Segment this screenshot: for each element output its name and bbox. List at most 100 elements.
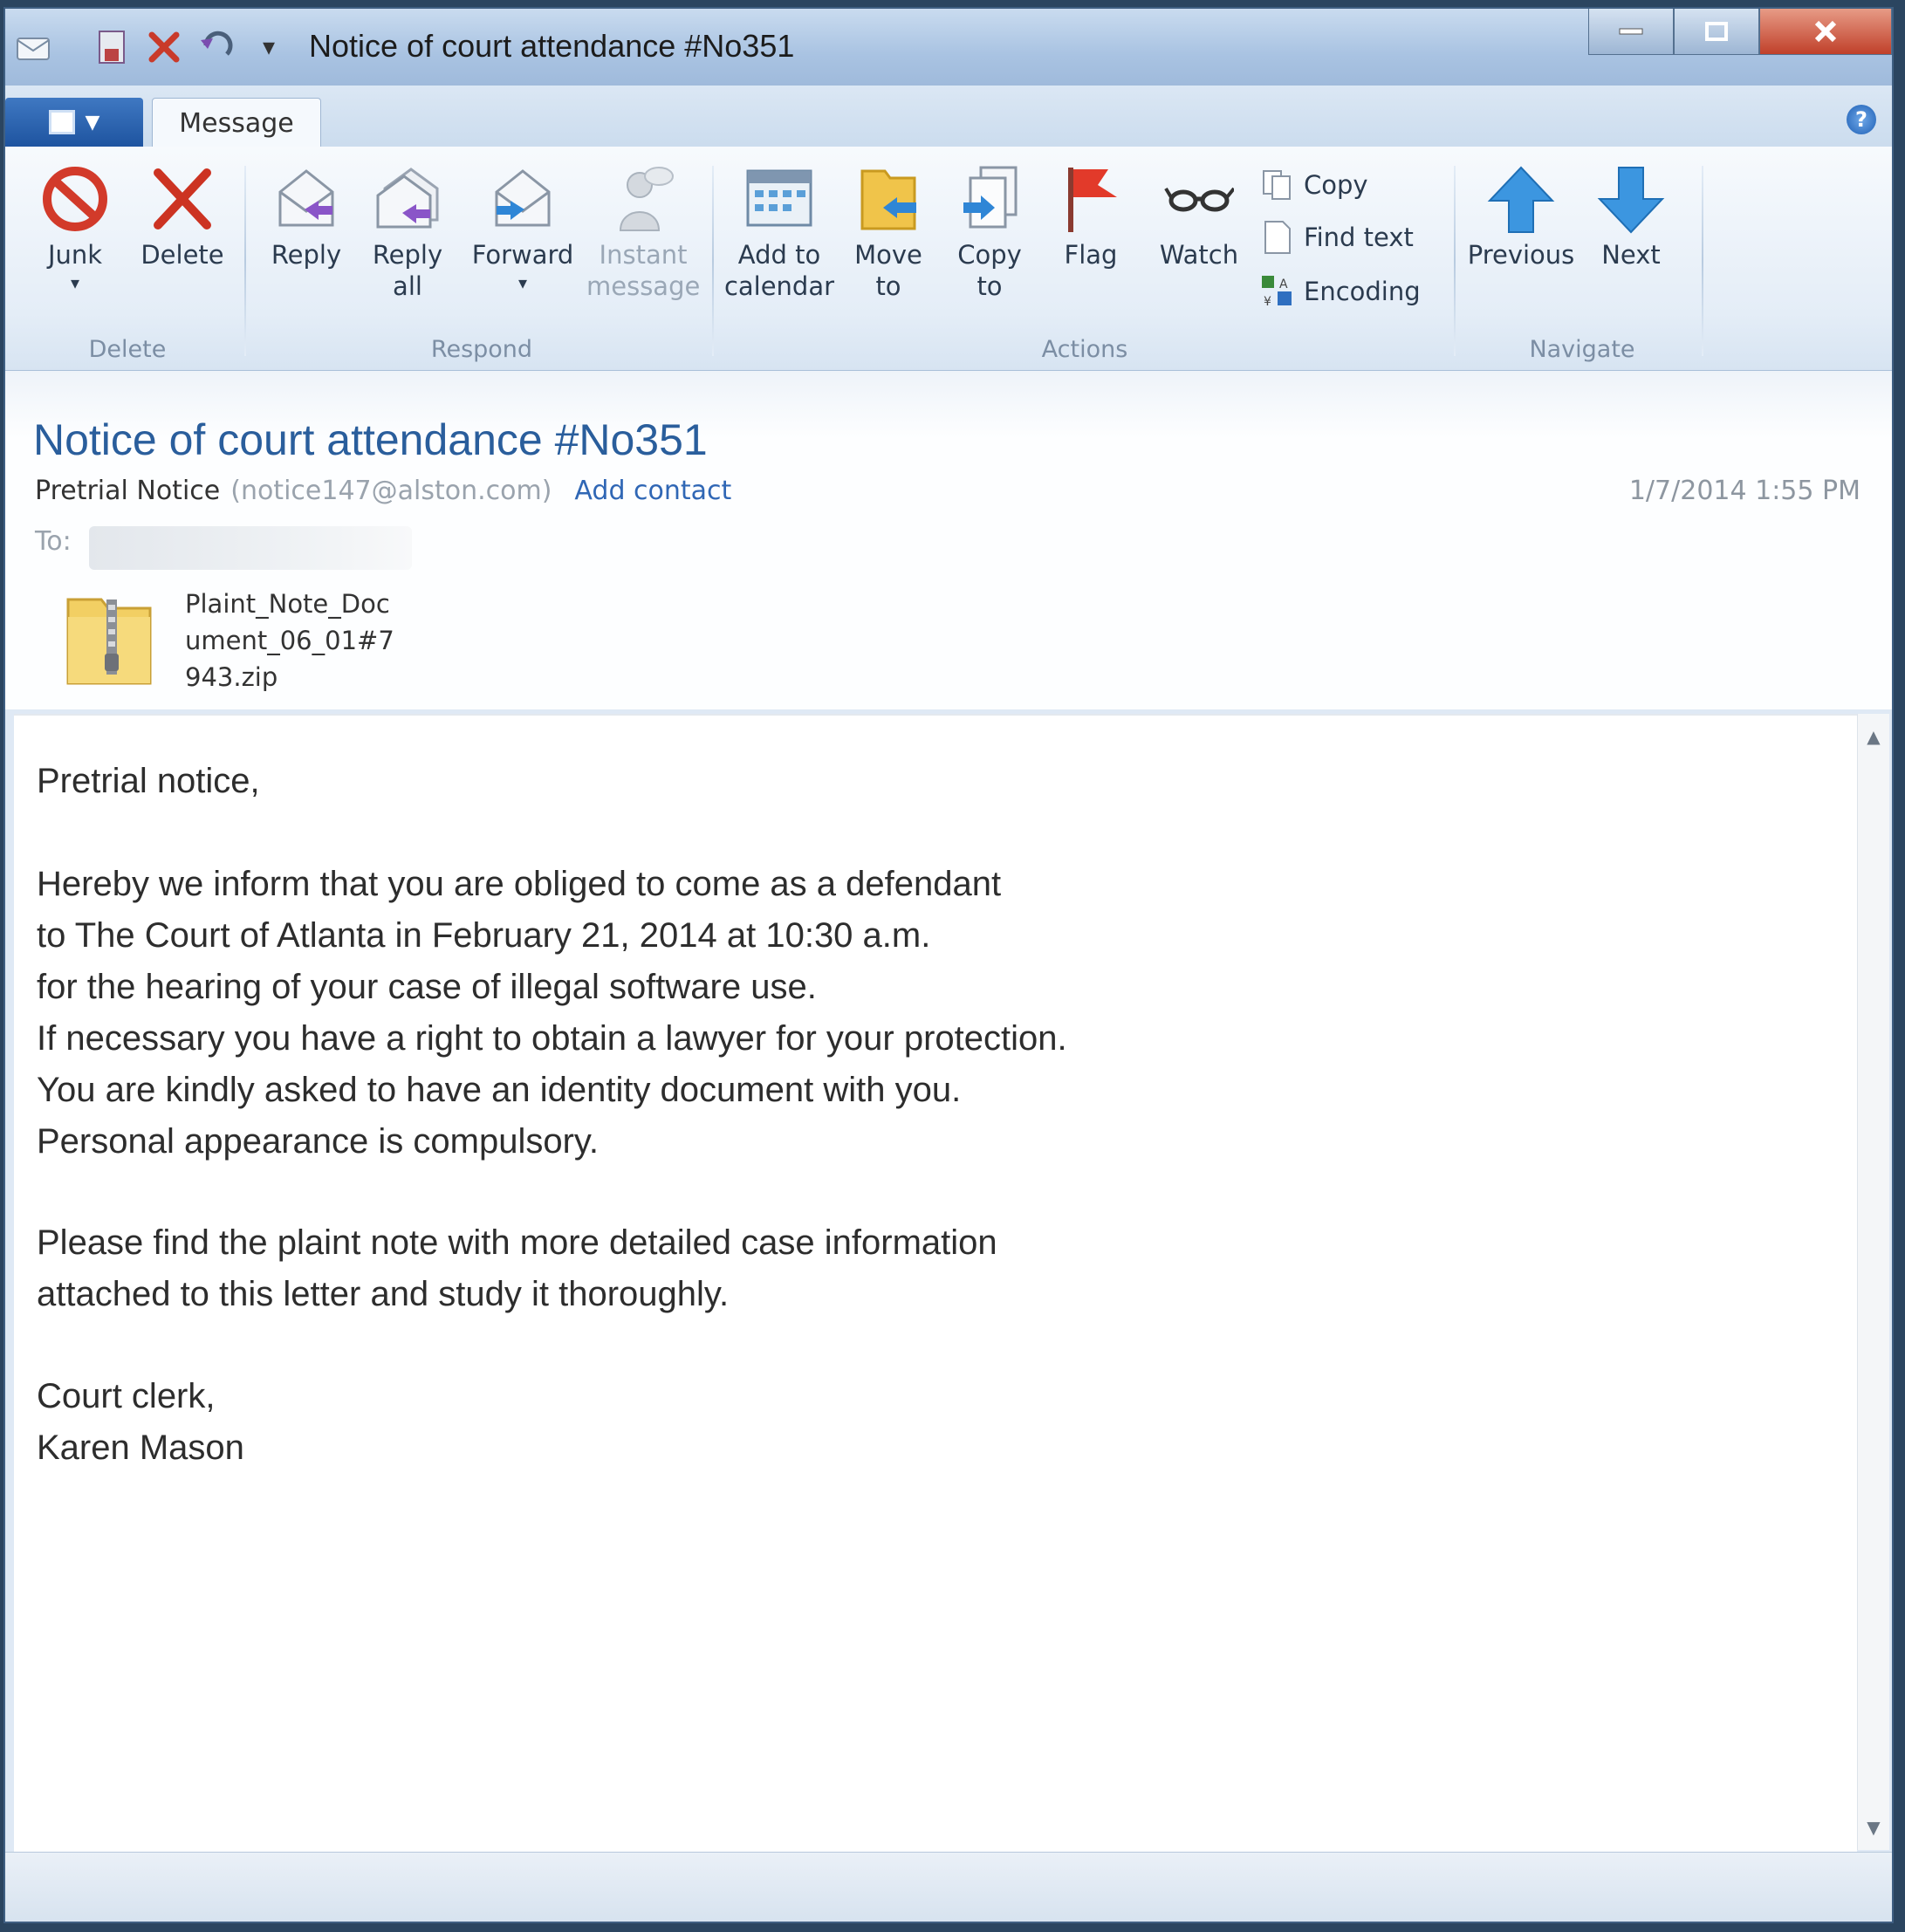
reply-label: Reply <box>271 240 342 270</box>
calendar-icon <box>744 162 814 236</box>
customize-qat-icon[interactable]: ▾ <box>250 28 288 66</box>
message-date: 1/7/2014 1:55 PM <box>1628 476 1860 506</box>
next-label: Next <box>1601 240 1661 270</box>
to-label: To: <box>35 526 72 557</box>
message-header: Notice of court attendance #No351 Pretri… <box>5 371 1892 709</box>
title-bar: ▾ Notice of court attendance #No351 <box>5 9 1892 86</box>
encoding-button[interactable]: A ¥ Encoding <box>1260 269 1421 314</box>
watch-button[interactable]: Watch <box>1147 162 1251 271</box>
document-icon <box>48 110 75 134</box>
mail-window: ▾ Notice of court attendance #No351 ▼ Me… <box>3 7 1894 1923</box>
group-label-navigate: Navigate <box>1529 336 1635 363</box>
forward-button[interactable]: Forward ▾ <box>466 162 579 291</box>
scroll-up-arrow-icon[interactable]: ▲ <box>1858 726 1889 747</box>
svg-text:¥: ¥ <box>1264 295 1271 309</box>
previous-label: Previous <box>1467 240 1575 270</box>
reply-all-label: Reply all <box>372 240 443 301</box>
find-text-label: Find text <box>1304 223 1414 252</box>
group-divider <box>244 166 246 356</box>
watch-label: Watch <box>1159 240 1239 270</box>
copy-label: Copy <box>1304 170 1368 200</box>
window-title: Notice of court attendance #No351 <box>309 28 795 64</box>
move-to-label: Move to <box>854 240 922 301</box>
recipient-redacted <box>89 526 412 570</box>
group-label-respond: Respond <box>430 336 533 363</box>
help-icon[interactable]: ? <box>1847 105 1876 134</box>
add-contact-link[interactable]: Add contact <box>574 476 731 506</box>
delete-x-icon <box>147 162 217 236</box>
copy-to-button[interactable]: Copy to <box>946 162 1033 302</box>
copy-button[interactable]: Copy <box>1260 162 1368 208</box>
vertical-scrollbar[interactable]: ▲ ▼ <box>1857 714 1889 1850</box>
copy-to-icon <box>955 162 1024 236</box>
chevron-down-icon: ▾ <box>517 272 528 293</box>
maximize-button[interactable] <box>1674 9 1759 55</box>
message-subject: Notice of court attendance #No351 <box>33 415 708 464</box>
move-to-button[interactable]: Move to <box>845 162 932 302</box>
group-delete: Junk ▾ Delete Delete <box>14 162 241 363</box>
instant-message-icon <box>608 162 678 236</box>
body-paragraph-2: Please find the plaint note with more de… <box>37 1223 997 1313</box>
zip-folder-icon <box>63 587 159 689</box>
status-bar <box>5 1852 1892 1922</box>
glasses-icon <box>1164 162 1236 236</box>
junk-icon <box>40 162 110 236</box>
find-text-button[interactable]: Find text <box>1260 215 1414 260</box>
svg-text:A: A <box>1279 277 1288 291</box>
forward-icon <box>488 162 558 236</box>
window-controls <box>1588 9 1892 58</box>
arrow-down-icon <box>1596 162 1666 236</box>
sender-name[interactable]: Pretrial Notice <box>35 476 220 506</box>
mail-app-icon <box>14 28 52 66</box>
reply-icon <box>271 162 341 236</box>
undo-icon[interactable] <box>197 28 236 66</box>
next-button[interactable]: Next <box>1583 162 1679 271</box>
group-label-actions: Actions <box>1041 336 1128 363</box>
delete-icon[interactable] <box>145 28 183 66</box>
close-button[interactable] <box>1759 9 1892 55</box>
reply-all-button[interactable]: Reply all <box>360 162 456 302</box>
reply-all-icon <box>373 162 442 236</box>
arrow-up-icon <box>1486 162 1556 236</box>
group-divider <box>1702 166 1703 356</box>
group-divider <box>1454 166 1456 356</box>
junk-label: Junk <box>47 240 103 270</box>
sender-email: (notice147@alston.com) <box>230 476 552 506</box>
copy-to-label: Copy to <box>957 240 1022 301</box>
flag-button[interactable]: Flag <box>1047 162 1134 271</box>
copy-icon <box>1260 168 1295 202</box>
minimize-button[interactable] <box>1588 9 1674 55</box>
folder-move-icon <box>853 162 923 236</box>
tab-message[interactable]: Message <box>152 98 321 147</box>
chevron-down-icon: ▼ <box>85 111 100 134</box>
ribbon-tab-row: ▼ Message ? <box>5 86 1892 147</box>
page-icon <box>1260 220 1295 255</box>
chevron-down-icon: ▾ <box>70 272 80 293</box>
group-navigate: Previous Next Navigate <box>1464 162 1700 363</box>
encoding-icon: A ¥ <box>1260 274 1295 309</box>
flag-label: Flag <box>1064 240 1118 270</box>
delete-label: Delete <box>140 240 224 270</box>
body-paragraph-1: Hereby we inform that you are obliged to… <box>37 865 1067 1161</box>
group-respond: Reply Reply all Forward ▾ Instant message <box>255 162 709 363</box>
attachment-filename[interactable]: Plaint_Note_Document_06_01#7943.zip <box>185 586 394 695</box>
group-actions: Add to calendar Move to Copy to Flag Wat… <box>723 162 1447 363</box>
application-menu-button[interactable]: ▼ <box>5 98 143 147</box>
delete-button[interactable]: Delete <box>134 162 230 271</box>
instant-message-button[interactable]: Instant message <box>586 162 700 302</box>
body-signature: Court clerk, Karen Mason <box>37 1377 244 1467</box>
attachment[interactable]: Plaint_Note_Document_06_01#7943.zip <box>54 579 403 709</box>
previous-button[interactable]: Previous <box>1464 162 1578 271</box>
add-to-calendar-label: Add to calendar <box>723 240 835 301</box>
forward-label: Forward <box>471 240 574 270</box>
group-divider <box>712 166 714 356</box>
junk-button[interactable]: Junk ▾ <box>31 162 119 291</box>
instant-message-label: Instant message <box>586 240 701 301</box>
sender: Pretrial Notice (notice147@alston.com) Add… <box>35 476 731 506</box>
ribbon: Junk ▾ Delete Delete Reply Reply all For… <box>5 147 1892 371</box>
scroll-down-arrow-icon[interactable]: ▼ <box>1858 1817 1889 1838</box>
encoding-label: Encoding <box>1304 277 1421 306</box>
add-to-calendar-button[interactable]: Add to calendar <box>723 162 836 302</box>
reply-button[interactable]: Reply <box>258 162 354 271</box>
save-icon[interactable] <box>93 28 131 66</box>
